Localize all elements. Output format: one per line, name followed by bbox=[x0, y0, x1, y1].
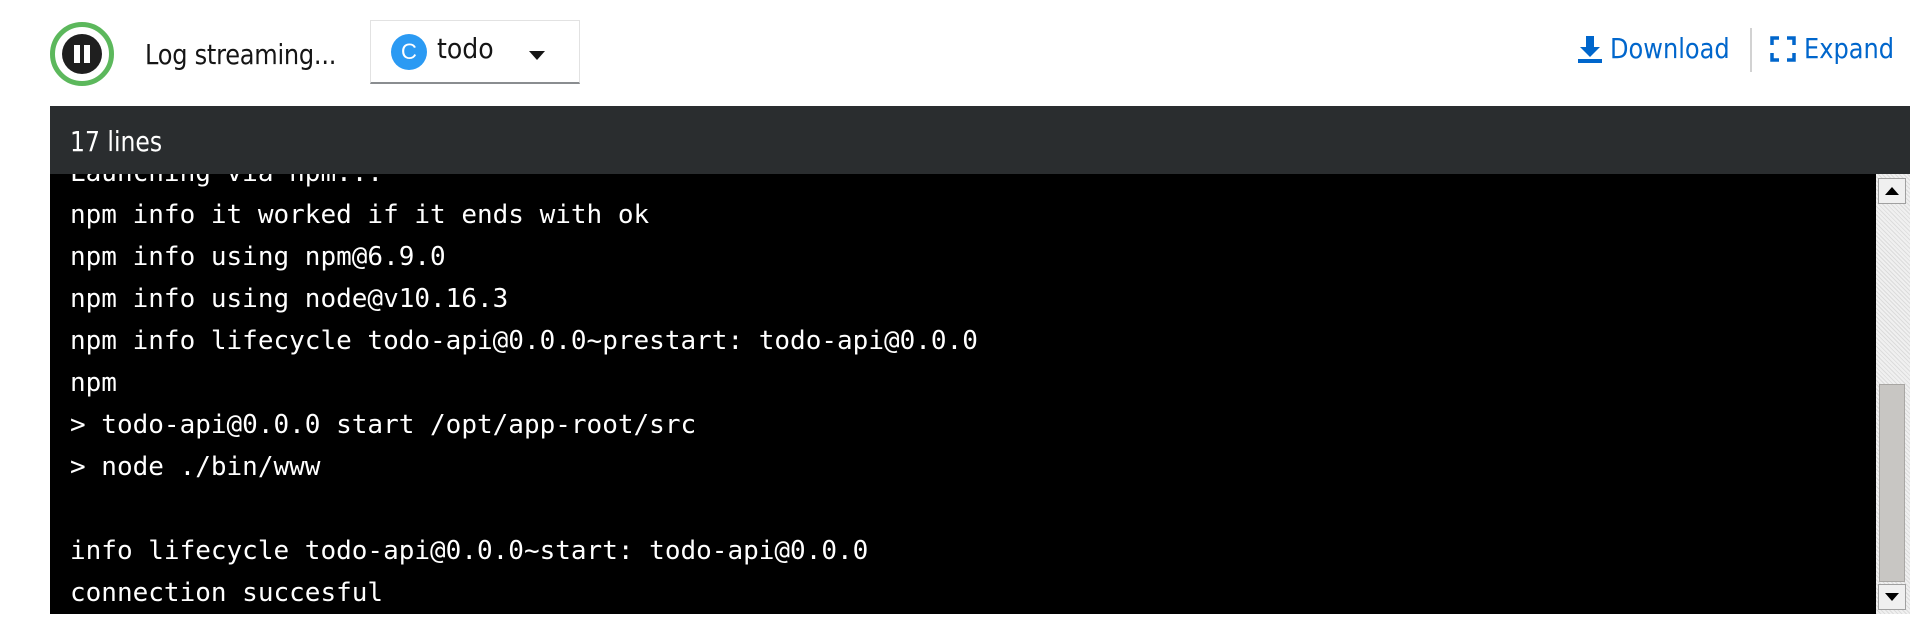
container-badge: C bbox=[391, 33, 427, 70]
scroll-up-button[interactable] bbox=[1878, 178, 1906, 204]
log-line: npm info lifecycle todo-api@0.0.0~presta… bbox=[70, 326, 978, 356]
download-icon bbox=[1578, 35, 1602, 63]
log-scrollbar[interactable] bbox=[1876, 174, 1910, 614]
expand-icon bbox=[1770, 35, 1796, 62]
download-label: Download bbox=[1610, 32, 1730, 65]
container-select-value: todo bbox=[437, 32, 494, 65]
scroll-down-button[interactable] bbox=[1878, 584, 1906, 610]
log-line: npm info it worked if it ends with ok bbox=[70, 200, 650, 230]
pause-streaming-button[interactable] bbox=[50, 22, 114, 86]
expand-label: Expand bbox=[1804, 32, 1895, 65]
download-button[interactable]: Download bbox=[1576, 32, 1749, 65]
log-lines: Launching via npm... npm info it worked … bbox=[70, 174, 978, 614]
arrow-down-icon bbox=[1885, 593, 1899, 601]
log-streaming-status: Log streaming... bbox=[145, 38, 337, 71]
arrow-up-icon bbox=[1885, 187, 1899, 195]
container-select-dropdown[interactable]: C todo bbox=[370, 20, 580, 84]
pause-icon bbox=[62, 34, 102, 74]
toolbar-divider bbox=[1750, 28, 1752, 72]
log-line: Launching via npm... bbox=[70, 174, 978, 194]
log-window: 17 lines Launching via npm... npm info i… bbox=[50, 106, 1910, 614]
log-line-count: 17 lines bbox=[70, 125, 163, 158]
log-line: > node ./bin/www bbox=[70, 452, 321, 482]
log-line: info lifecycle todo-api@0.0.0~start: tod… bbox=[70, 536, 869, 566]
expand-button[interactable]: Expand bbox=[1770, 32, 1909, 65]
log-header: 17 lines bbox=[50, 106, 1910, 174]
log-line bbox=[70, 488, 978, 530]
log-toolbar: Log streaming... C todo Download Expand bbox=[0, 0, 1932, 106]
log-line: npm bbox=[70, 368, 117, 398]
scrollbar-thumb[interactable] bbox=[1879, 384, 1905, 582]
caret-down-icon bbox=[529, 51, 545, 60]
log-line: > todo-api@0.0.0 start /opt/app-root/src bbox=[70, 410, 697, 440]
log-line: npm info using node@v10.16.3 bbox=[70, 284, 509, 314]
log-line: connection succesful bbox=[70, 578, 384, 608]
log-line: npm info using npm@6.9.0 bbox=[70, 242, 446, 272]
log-body: Launching via npm... npm info it worked … bbox=[50, 174, 1876, 614]
